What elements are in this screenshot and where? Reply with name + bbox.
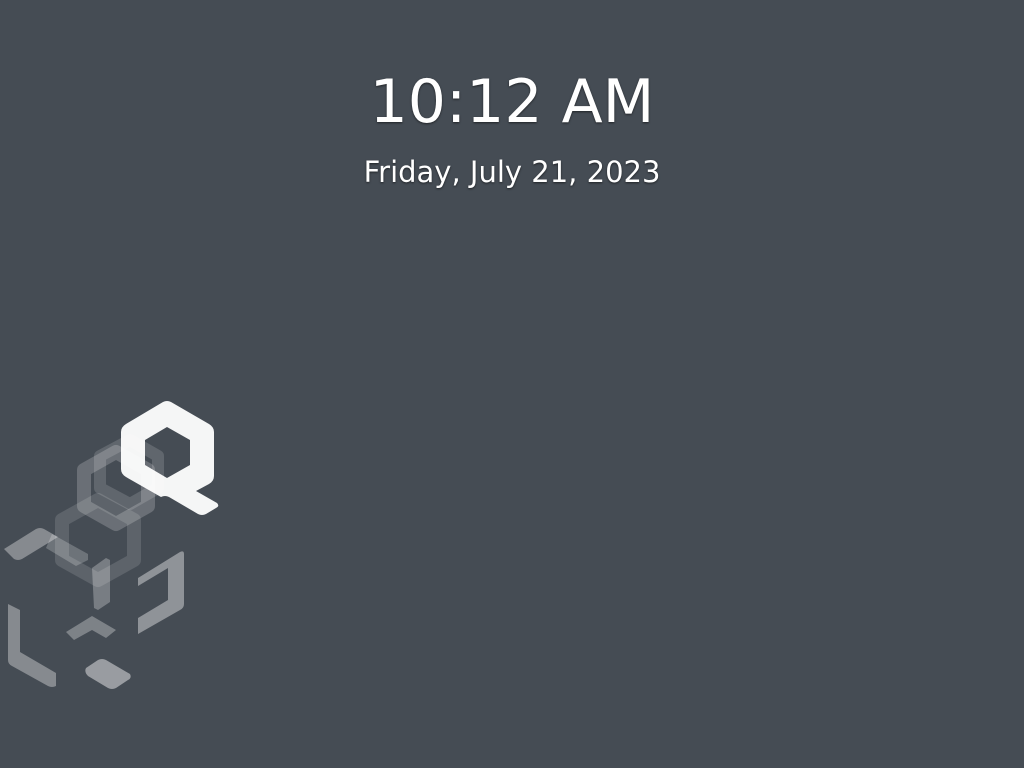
lock-screen[interactable]: 10:12 AM Friday, July 21, 2023 xyxy=(0,0,1024,768)
qubes-logo-icon xyxy=(4,401,219,689)
clock-date: Friday, July 21, 2023 xyxy=(363,155,661,189)
clock-time: 10:12 AM xyxy=(369,67,655,137)
